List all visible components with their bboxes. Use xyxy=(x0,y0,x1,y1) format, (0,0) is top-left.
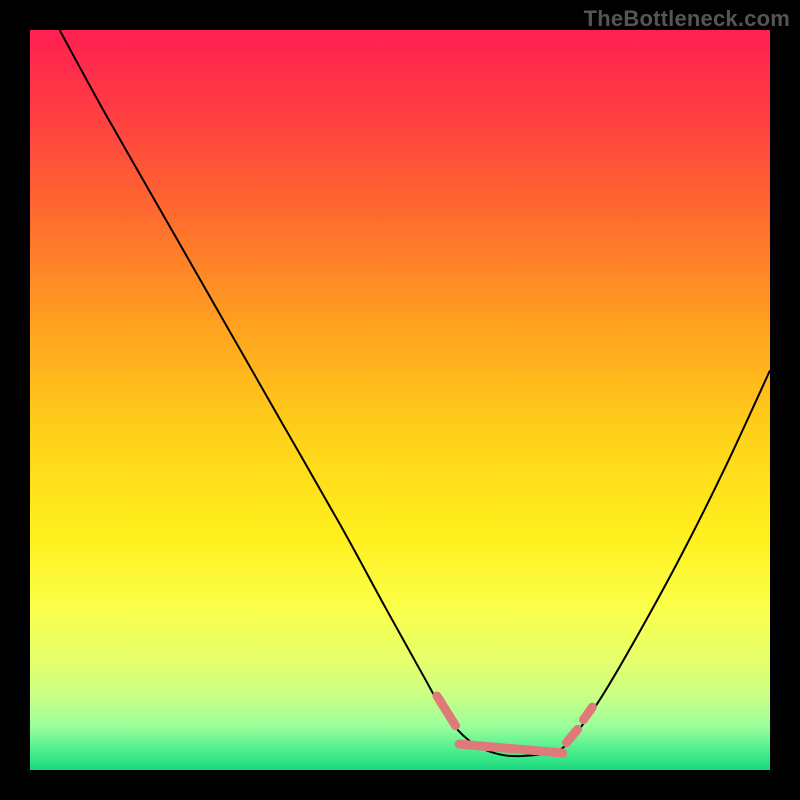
notch-marker-segment xyxy=(459,744,563,753)
notch-marker-segment xyxy=(584,707,593,720)
notch-marker-segment xyxy=(567,729,578,742)
curve-layer xyxy=(30,30,770,770)
chart-frame: TheBottleneck.com xyxy=(0,0,800,800)
watermark-label: TheBottleneck.com xyxy=(584,6,790,32)
notch-marker-segment xyxy=(437,696,456,726)
main-curve-path xyxy=(60,30,770,756)
notch-marker-group xyxy=(437,696,592,753)
